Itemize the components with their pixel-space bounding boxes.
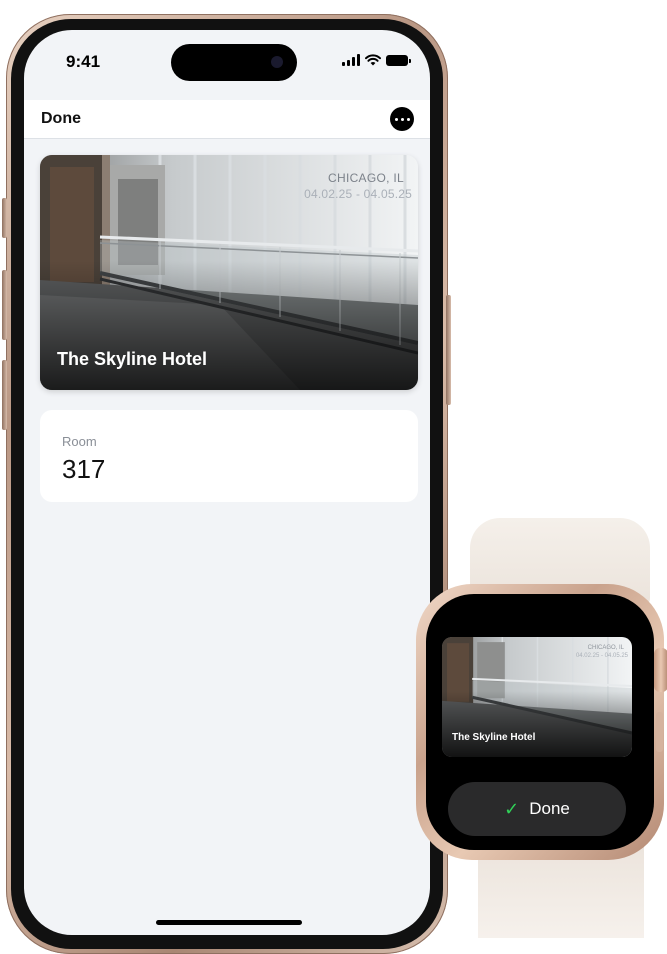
home-indicator[interactable] xyxy=(156,920,302,925)
watch-done-label: Done xyxy=(529,799,570,818)
more-options-icon[interactable] xyxy=(390,107,414,131)
hotel-card[interactable]: CHICAGO, IL 04.02.25 - 04.05.25 The Skyl… xyxy=(40,155,418,390)
volume-down-button[interactable] xyxy=(2,360,7,430)
status-icons xyxy=(342,54,411,66)
checkmark-icon: ✓ xyxy=(504,799,520,819)
nav-bar: Done xyxy=(24,100,430,139)
hotel-dates: 04.02.25 - 04.05.25 xyxy=(304,187,412,201)
cellular-signal-icon xyxy=(342,54,360,66)
watch-hotel-name: The Skyline Hotel xyxy=(452,732,536,743)
watch-side-button[interactable] xyxy=(656,712,663,752)
dynamic-island xyxy=(171,44,297,81)
watch-done-button[interactable]: ✓ Done xyxy=(448,782,626,836)
volume-up-button[interactable] xyxy=(2,270,7,340)
watch-hotel-dates: 04.02.25 - 04.05.25 xyxy=(575,653,628,659)
power-button[interactable] xyxy=(446,295,451,405)
watch-hotel-card[interactable]: CHICAGO, IL 04.02.25 - 04.05.25 The Skyl… xyxy=(442,637,632,757)
iphone-device: 9:41 Done CHICAGO, IL 04.02.25 - 04.05.2… xyxy=(6,14,448,954)
status-bar: 9:41 xyxy=(24,30,430,90)
room-label: Room xyxy=(62,434,97,449)
wifi-icon xyxy=(365,54,381,66)
status-time: 9:41 xyxy=(66,52,101,71)
room-number: 317 xyxy=(62,454,106,484)
hotel-name: The Skyline Hotel xyxy=(57,349,208,369)
battery-icon xyxy=(386,55,411,66)
room-card: Room 317 xyxy=(40,410,418,502)
phone-screen: 9:41 Done CHICAGO, IL 04.02.25 - 04.05.2… xyxy=(24,30,430,935)
digital-crown[interactable] xyxy=(654,648,667,692)
action-button[interactable] xyxy=(2,198,7,238)
watch-screen: CHICAGO, IL 04.02.25 - 04.05.25 The Skyl… xyxy=(426,594,654,850)
camera-icon xyxy=(271,56,283,68)
hotel-city: CHICAGO, IL xyxy=(328,171,404,185)
done-button[interactable]: Done xyxy=(41,110,81,128)
watch-hotel-city: CHICAGO, IL xyxy=(587,645,624,651)
